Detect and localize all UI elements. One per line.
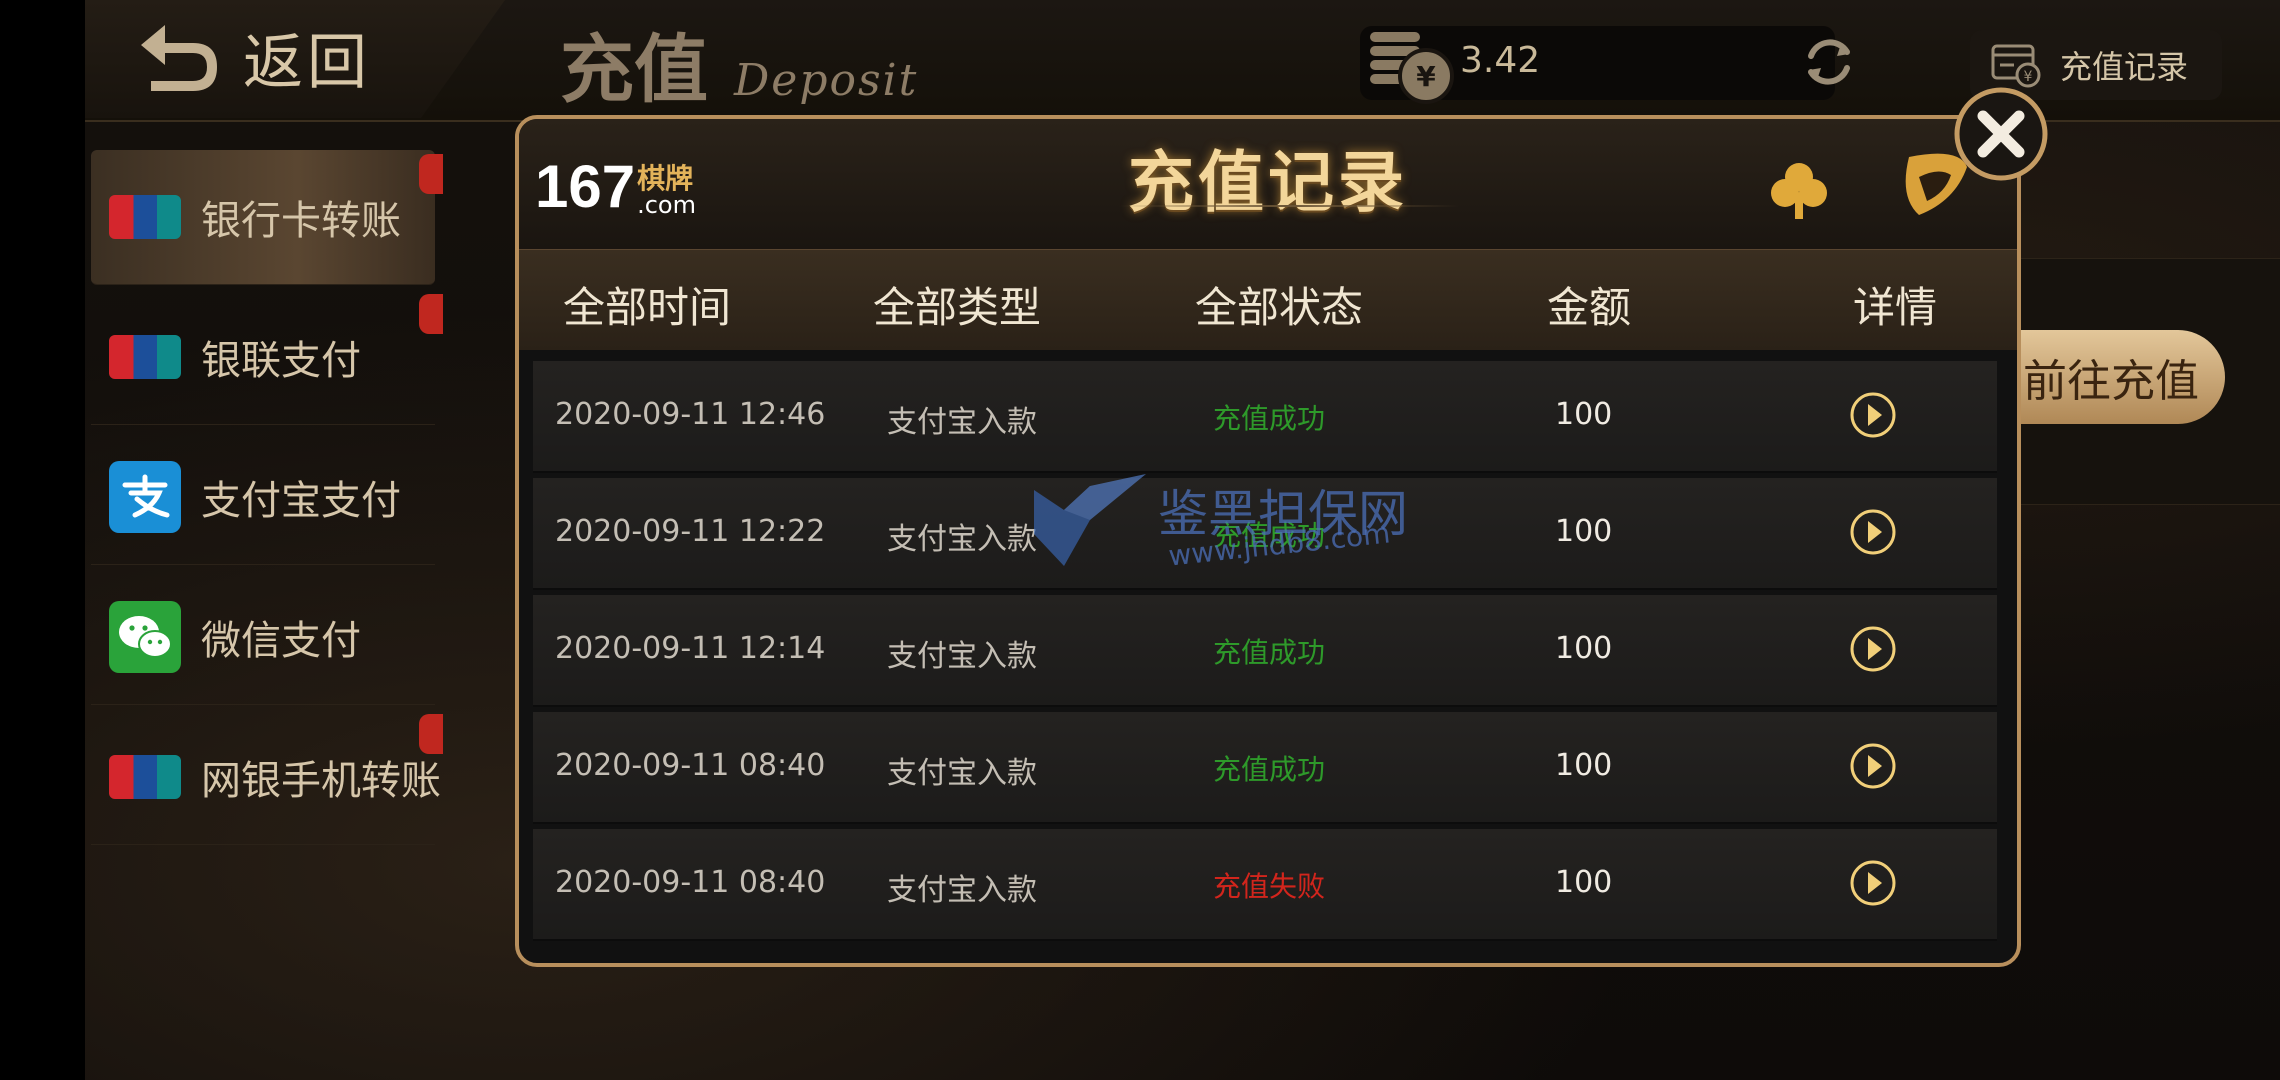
table-row: 2020-09-11 12:14 支付宝入款 充值成功 100 (533, 595, 1997, 707)
row-status: 充值成功 (1213, 636, 1326, 669)
table-row: 2020-09-11 12:46 支付宝入款 充值成功 100 (533, 361, 1997, 473)
detail-arrow-icon[interactable] (1849, 742, 1897, 790)
detail-arrow-icon[interactable] (1849, 391, 1897, 439)
row-amount: 100 (1555, 514, 1613, 549)
wechat-glyph (119, 616, 172, 658)
sidebar-item-mobile-bank-transfer[interactable]: 网银手机转账 (91, 710, 443, 845)
balance-box: ¥ 3.42 (1360, 26, 1835, 104)
coin-stack-icon: ¥ (1370, 32, 1454, 104)
sidebar-item-label: 支付宝支付 (201, 478, 401, 524)
row-status: 充值失败 (1213, 870, 1326, 903)
alipay-icon (109, 461, 181, 533)
table-row: 2020-09-11 08:40 支付宝入款 充值成功 100 (533, 712, 1997, 824)
coin-symbol: ¥ (1416, 60, 1436, 93)
notification-badge (419, 154, 443, 194)
page-title-cn: 充值 (560, 27, 708, 113)
filter-time[interactable]: 全部时间 (563, 274, 731, 335)
row-status: 充值成功 (1213, 753, 1326, 786)
sidebar-item-bank-transfer[interactable]: 银行卡转账 (91, 150, 443, 285)
column-amount: 金额 (1547, 283, 1632, 332)
alipay-glyph (122, 474, 170, 518)
row-amount: 100 (1555, 748, 1613, 783)
records-icon-symbol: ¥ (2024, 69, 2033, 85)
row-amount: 100 (1555, 397, 1613, 432)
row-time: 2020-09-11 08:40 (555, 748, 826, 783)
unionpay-icon (109, 181, 181, 253)
modal-header: 167 棋牌 .com 充值记录 (519, 119, 2017, 249)
sidebar-item-label: 银联支付 (201, 338, 361, 384)
recharge-records-label: 充值记录 (2060, 48, 2189, 86)
row-time: 2020-09-11 12:14 (555, 631, 826, 666)
title-underline (1119, 205, 1459, 207)
row-type: 支付宝入款 (887, 522, 1037, 557)
detail-arrow-icon[interactable] (1849, 859, 1897, 907)
row-type: 支付宝入款 (887, 873, 1037, 908)
row-time: 2020-09-11 12:46 (555, 397, 826, 432)
unionpay-icon (109, 741, 181, 813)
back-button[interactable]: 返回 (135, 12, 435, 102)
refresh-icon[interactable] (1797, 30, 1861, 94)
filter-type[interactable]: 全部类型 (873, 274, 1041, 335)
row-type: 支付宝入款 (887, 405, 1037, 440)
row-type: 支付宝入款 (887, 756, 1037, 791)
page-title-en: Deposit (734, 55, 919, 106)
column-detail: 详情 (1853, 283, 1938, 332)
payment-method-sidebar: 银行卡转账 银联支付 支付宝支付 微信支付 网银手机转账 (85, 150, 443, 850)
table-header: 全部时间 全部类型 全部状态 金额 详情 (519, 249, 2017, 350)
close-icon[interactable] (1951, 84, 2051, 184)
app-window: 返回 充值 Deposit ¥ 3.42 ¥ 充值记录 银行卡转账 银联支付 支… (85, 0, 2280, 1080)
modal-title-text: 充值记录 (1128, 143, 1408, 221)
sidebar-item-wechat[interactable]: 微信支付 (91, 570, 435, 705)
page-title: 充值 Deposit (560, 10, 918, 117)
row-time: 2020-09-11 08:40 (555, 865, 826, 900)
notification-badge (419, 294, 443, 334)
goto-deposit-label: 前往充值 (2023, 356, 2199, 407)
unionpay-icon (109, 321, 181, 393)
records-icon: ¥ (1991, 44, 2041, 88)
balance-amount: 3.42 (1460, 40, 1541, 81)
filter-status[interactable]: 全部状态 (1195, 274, 1363, 335)
sidebar-item-label: 微信支付 (201, 618, 361, 664)
row-type: 支付宝入款 (887, 639, 1037, 674)
back-arrow-icon (141, 25, 217, 91)
detail-arrow-icon[interactable] (1849, 508, 1897, 556)
back-label: 返回 (243, 27, 371, 98)
detail-arrow-icon[interactable] (1849, 625, 1897, 673)
table-row: 2020-09-11 08:40 支付宝入款 充值失败 100 (533, 829, 1997, 941)
row-status: 充值成功 (1213, 402, 1326, 435)
sidebar-item-alipay[interactable]: 支付宝支付 (91, 430, 435, 565)
row-time: 2020-09-11 12:22 (555, 514, 826, 549)
row-amount: 100 (1555, 631, 1613, 666)
notification-badge (419, 714, 443, 754)
sidebar-item-label: 银行卡转账 (201, 198, 401, 244)
left-black-margin (0, 0, 85, 1080)
sidebar-item-unionpay[interactable]: 银联支付 (91, 290, 443, 425)
row-amount: 100 (1555, 865, 1613, 900)
watermark-logo-icon (1034, 474, 1146, 566)
sidebar-item-label: 网银手机转账 (201, 758, 441, 804)
wechat-icon (109, 601, 181, 673)
